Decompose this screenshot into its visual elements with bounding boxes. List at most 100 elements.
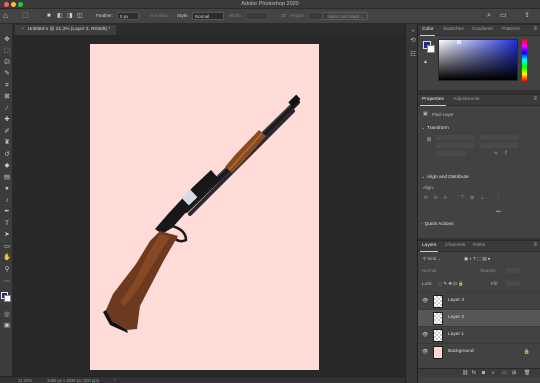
rectangle-icon[interactable]: ▭ [3, 243, 11, 251]
zoom-icon[interactable]: ⚲ [3, 266, 11, 274]
layer-name[interactable]: Layer 2 [448, 315, 464, 320]
rectangular-marquee-icon[interactable]: ⬚ [3, 47, 11, 55]
y-field[interactable] [480, 143, 518, 148]
style-select[interactable]: Normal [192, 12, 224, 20]
subtract-from-selection-icon[interactable]: ◨ [67, 11, 73, 21]
close-document-icon[interactable]: × [21, 27, 24, 32]
blur-icon[interactable]: ● [3, 185, 11, 193]
layer-name[interactable]: Background [448, 349, 474, 354]
panel-menu-icon[interactable]: ≡ [533, 26, 537, 32]
layer-row-layer-2[interactable]: Layer 2 [418, 309, 540, 326]
transform-section-header[interactable]: ⌄ Transform [421, 126, 449, 131]
zoom-level[interactable]: 21.32% [18, 378, 32, 383]
path-selection-icon[interactable]: ➤ [3, 231, 11, 239]
visibility-eye-icon[interactable]: 👁 [422, 298, 428, 304]
pen-icon[interactable]: ✒ [3, 208, 11, 216]
quick-selection-icon[interactable]: ✎ [3, 70, 11, 78]
healing-brush-icon[interactable]: ✚ [3, 116, 11, 124]
layer-name[interactable]: Layer 1 [448, 332, 464, 337]
height-field[interactable] [480, 135, 518, 140]
move-tool-icon[interactable]: ✥ [3, 36, 11, 44]
tab-patterns[interactable]: Patterns [502, 27, 520, 32]
tab-color[interactable]: Color [419, 27, 437, 36]
add-to-selection-icon[interactable]: ◧ [57, 11, 63, 21]
history-panel-icon[interactable]: ⟲ [409, 37, 417, 45]
tab-layers[interactable]: Layers [419, 243, 439, 252]
document-tab[interactable]: × Untitled-1 @ 21.3% (Layer 2, RGB/8) * [15, 25, 117, 35]
fill-field[interactable] [506, 281, 520, 286]
align-section-header[interactable]: ⌄ Align and Distribute [421, 175, 469, 180]
gamut-warning-icon[interactable]: ▲ [423, 59, 428, 65]
intersect-selection-icon[interactable]: ◫ [77, 11, 83, 21]
lasso-icon[interactable]: ᘏ [3, 59, 11, 67]
screen-mode-icon[interactable]: ▣ [3, 322, 11, 330]
layer-row-layer-3[interactable]: 👁 Layer 3 [418, 292, 540, 309]
layer-style-icon[interactable]: fx [472, 370, 476, 376]
quick-actions-header[interactable]: › Quick Actions [421, 222, 454, 227]
hand-icon[interactable]: ✋ [3, 254, 11, 262]
layer-row-layer-1[interactable]: 👁 Layer 1 [418, 326, 540, 343]
align-right-icon[interactable]: ⊩ [444, 195, 448, 201]
x-field[interactable] [436, 143, 474, 148]
add-mask-icon[interactable]: ◙ [482, 370, 485, 376]
collapse-panels-icon[interactable]: » [409, 27, 417, 35]
delete-layer-icon[interactable]: 🗑 [524, 370, 530, 376]
color-picker-marker[interactable] [457, 40, 461, 44]
select-and-mask-button[interactable]: Select and Mask... [322, 12, 369, 20]
new-layer-icon[interactable]: ⊞ [512, 370, 516, 376]
align-left-icon[interactable]: ⊫ [424, 195, 428, 201]
more-tools-icon[interactable]: ⋯ [3, 278, 11, 286]
visibility-eye-icon[interactable]: 👁 [422, 349, 428, 355]
brush-icon[interactable]: ✐ [3, 128, 11, 136]
width-input[interactable] [246, 12, 268, 20]
align-bottom-icon[interactable]: ⊥ [480, 195, 484, 201]
hue-slider[interactable] [522, 39, 527, 81]
opacity-field[interactable] [506, 268, 520, 273]
color-field[interactable] [438, 39, 518, 81]
background-color-swatch[interactable] [4, 295, 11, 302]
feather-input[interactable]: 0 px [117, 12, 139, 20]
link-layers-icon[interactable]: ⛓ [462, 370, 468, 376]
properties-menu-icon[interactable]: ≡ [533, 96, 537, 102]
tab-paths[interactable]: Paths [473, 243, 485, 248]
home-icon[interactable]: ⌂ [3, 11, 8, 21]
visibility-eye-icon[interactable]: 👁 [422, 332, 428, 338]
eyedropper-icon[interactable]: ⁄ [3, 105, 11, 113]
new-selection-icon[interactable]: ■ [47, 11, 51, 21]
marquee-preset-icon[interactable]: ⬚ [22, 11, 29, 21]
history-brush-icon[interactable]: ↺ [3, 151, 11, 159]
new-group-icon[interactable]: ▭ [502, 370, 507, 376]
tab-properties[interactable]: Properties [420, 97, 446, 106]
align-middle-icon[interactable]: ⊕ [470, 195, 474, 201]
angle-field[interactable] [436, 151, 466, 156]
quick-mask-icon[interactable]: ◎ [3, 311, 11, 319]
gradient-icon[interactable]: ▤ [3, 174, 11, 182]
tab-swatches[interactable]: Swatches [443, 27, 464, 32]
properties-panel-icon[interactable]: ☷ [409, 51, 417, 59]
filter-icons[interactable]: ▣ ◐ T ⬚ ▤ ● [464, 256, 490, 262]
clone-stamp-icon[interactable]: ♜ [3, 139, 11, 147]
color-background-swatch[interactable] [427, 45, 435, 53]
flip-horizontal-icon[interactable]: ⇋ [494, 150, 498, 156]
width-field[interactable] [436, 135, 474, 140]
lock-icons[interactable]: ⬚ ✎ ✥ ⊡ 🔒 [438, 281, 464, 287]
blend-mode-select[interactable]: Normal [422, 268, 436, 273]
distribute-icon[interactable]: ⋮ [496, 195, 501, 201]
canvas-workspace[interactable] [13, 35, 405, 376]
layer-name[interactable]: Layer 3 [448, 298, 464, 303]
layers-menu-icon[interactable]: ≡ [533, 242, 537, 248]
swap-dimensions-icon[interactable]: ⇄ [281, 12, 286, 19]
flip-vertical-icon[interactable]: ⇵ [504, 150, 508, 156]
dodge-icon[interactable]: ♪ [3, 197, 11, 205]
tab-channels[interactable]: Channels [445, 243, 465, 248]
adjustment-layer-icon[interactable]: ◐ [492, 370, 495, 376]
tab-gradients[interactable]: Gradients [472, 27, 493, 32]
layer-filter-kind[interactable]: ⚲ Kind ⌄ [423, 256, 441, 262]
status-menu-icon[interactable]: › [114, 377, 116, 383]
eraser-icon[interactable]: ◆ [3, 162, 11, 170]
crop-icon[interactable]: ⌗ [3, 82, 11, 90]
type-icon[interactable]: T [3, 220, 11, 228]
share-icon[interactable]: ⇪ [524, 11, 530, 21]
align-top-icon[interactable]: ⊤ [460, 195, 464, 201]
tab-adjustments[interactable]: Adjustments [453, 97, 479, 102]
